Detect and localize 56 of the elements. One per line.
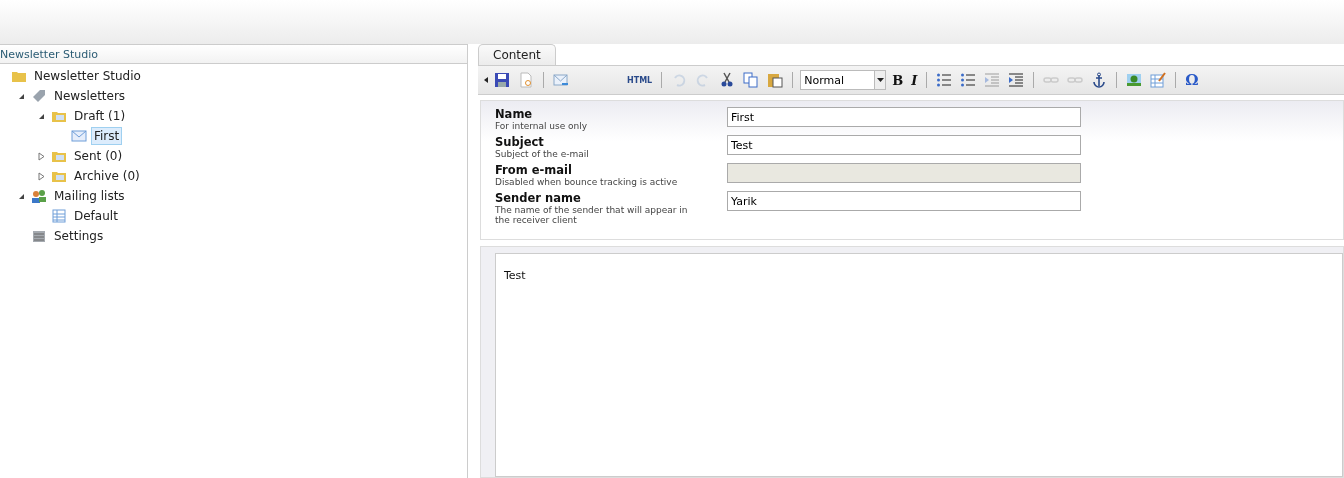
- text-field[interactable]: Test: [727, 135, 1081, 155]
- send-icon: [553, 72, 569, 88]
- stack-icon: [31, 228, 47, 244]
- field-label: From e-mail: [495, 163, 573, 177]
- collapse-arrow-icon[interactable]: [18, 92, 25, 100]
- expand-arrow-icon[interactable]: [38, 171, 45, 181]
- anchor-icon: [1091, 72, 1108, 88]
- table-icon: [51, 208, 67, 224]
- field-hint: The name of the sender that will appear in the receiver client: [495, 205, 689, 225]
- tree-item[interactable]: Archive (0): [71, 167, 143, 185]
- field-hint: Subject of the e-mail: [495, 149, 590, 159]
- bold-button[interactable]: B: [890, 70, 906, 90]
- collapse-arrow-icon[interactable]: [38, 112, 45, 120]
- tree-item[interactable]: Settings: [51, 227, 107, 245]
- tree-item[interactable]: Default: [71, 207, 121, 225]
- preview-icon: [518, 72, 534, 88]
- collapse-toolbar-icon[interactable]: [484, 77, 488, 83]
- italic-button[interactable]: I: [909, 70, 920, 90]
- tree-item[interactable]: Newsletter Studio: [31, 67, 144, 85]
- bullets-icon: [936, 72, 953, 88]
- save-button[interactable]: [492, 70, 512, 90]
- text-button[interactable]: HTML: [625, 70, 655, 90]
- tree-item[interactable]: Sent (0): [71, 147, 126, 165]
- format-dropdown[interactable]: Normal: [800, 70, 887, 90]
- save-icon: [494, 72, 510, 88]
- field-label: Sender name: [495, 191, 582, 205]
- outdent-icon: [984, 72, 1001, 88]
- copy-icon: [743, 72, 760, 88]
- panel-title: Newsletter Studio: [0, 47, 98, 61]
- dropdown-arrow-icon: [876, 78, 884, 82]
- numbers-icon: [960, 72, 977, 88]
- expand-arrow-icon[interactable]: [38, 151, 45, 161]
- table-button[interactable]: [1148, 70, 1169, 90]
- tag-icon: [31, 88, 47, 104]
- tree-item[interactable]: Draft (1): [71, 107, 129, 125]
- image-icon: [1126, 72, 1143, 88]
- field-hint: For internal use only: [495, 121, 589, 131]
- envelope-icon: [71, 128, 87, 144]
- table-icon: [1150, 72, 1167, 88]
- undo-icon: [671, 72, 688, 88]
- field-label: Name: [495, 107, 534, 121]
- paste-icon: [767, 72, 784, 88]
- field-label: Subject: [495, 135, 545, 149]
- editor-area[interactable]: Test: [495, 253, 1343, 477]
- people-icon: [31, 188, 47, 204]
- text-field[interactable]: First: [727, 107, 1081, 127]
- text-field[interactable]: Yarik: [727, 191, 1081, 211]
- tree-item[interactable]: First: [91, 127, 123, 145]
- char-button[interactable]: Ω: [1183, 70, 1201, 90]
- collapse-arrow-icon[interactable]: [18, 192, 25, 200]
- body-text: Test: [504, 269, 526, 282]
- field-hint: Disabled when bounce tracking is active: [495, 177, 679, 187]
- tab[interactable]: Content: [478, 44, 556, 65]
- tree-item[interactable]: Newsletters: [51, 87, 129, 105]
- tree-item[interactable]: Mailing lists: [51, 187, 128, 205]
- indent-icon: [1008, 72, 1025, 88]
